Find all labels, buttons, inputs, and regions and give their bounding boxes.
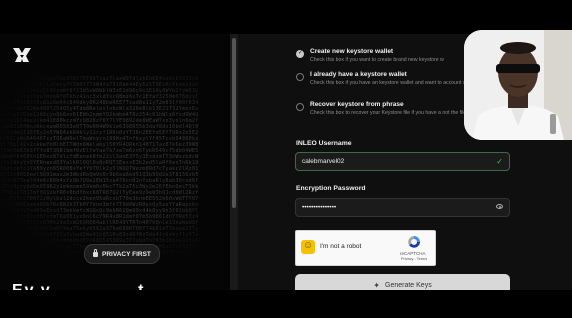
left-panel: ncly16mR5Ec9xb6a5Tmx5T6l76T86Tzaz7laxW9T… xyxy=(0,34,230,290)
presenter-avatar xyxy=(464,30,572,140)
panel-scrollbar[interactable] xyxy=(230,34,238,290)
radio-existing-wallet[interactable] xyxy=(296,73,304,81)
generate-keys-button[interactable]: ✦ Generate Keys xyxy=(295,274,510,290)
username-field[interactable]: calebmarvel02 ✓ xyxy=(295,152,510,171)
captcha-text: I'm not a robot xyxy=(320,243,362,250)
checkmark-icon: ✓ xyxy=(496,157,503,166)
scrollbar-thumb[interactable] xyxy=(232,38,236,208)
option-title: Recover keystore from phrase xyxy=(310,101,404,108)
radio-recover-wallet[interactable] xyxy=(296,103,304,111)
option-title: Create new keystore wallet xyxy=(310,48,394,55)
password-label: Encryption Password xyxy=(296,185,366,192)
option-description: Check this box if you want to create bra… xyxy=(310,57,444,63)
eye-icon[interactable] xyxy=(496,204,503,209)
recaptcha-logo-icon xyxy=(408,236,420,248)
privacy-first-badge: PRIVACY FIRST xyxy=(84,244,160,264)
lock-icon xyxy=(93,248,98,257)
option-description: Check this box to recover your Keystore … xyxy=(310,110,468,116)
sparkle-icon: ✦ xyxy=(373,280,380,290)
password-value: ••••••••••••••• xyxy=(302,204,337,211)
privacy-badge-label: PRIVACY FIRST xyxy=(102,250,151,258)
password-field[interactable]: ••••••••••••••• xyxy=(295,198,510,217)
generate-keys-label: Generate Keys xyxy=(385,281,432,289)
recaptcha-brand: reCAPTCHA xyxy=(400,251,426,256)
inleo-logo-icon[interactable] xyxy=(12,46,32,64)
username-value: calebmarvel02 xyxy=(302,158,345,165)
recaptcha-widget[interactable]: I'm not a robot reCAPTCHA Privacy - Term… xyxy=(295,230,436,266)
recaptcha-terms[interactable]: Privacy - Terms xyxy=(401,257,427,261)
option-title: I already have a keystore wallet xyxy=(310,71,407,78)
code-rain-background: ncly16mR5Ec9xb6a5Tmx5T6l76T86Tzaz7laxW9T… xyxy=(0,76,199,256)
webcam-overlay xyxy=(464,30,572,140)
captcha-checkbox-icon[interactable] xyxy=(301,240,315,254)
option-description: Check this box if you have an keystore w… xyxy=(310,80,478,86)
hero-text-cutoff: Ev y , , , , t , xyxy=(12,282,158,290)
radio-create-wallet[interactable] xyxy=(296,49,304,58)
username-label: INLEO Username xyxy=(296,140,352,147)
